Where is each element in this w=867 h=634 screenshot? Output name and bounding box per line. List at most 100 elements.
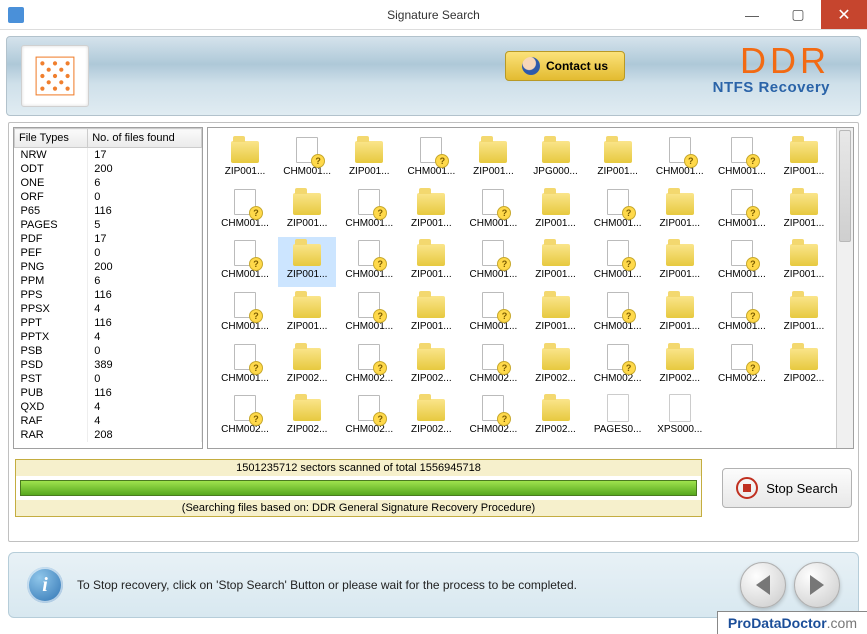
file-item[interactable]: ZIP002... [775,341,833,391]
table-row[interactable]: RAF4 [15,414,202,428]
file-item[interactable]: ?CHM001... [589,289,647,339]
file-item[interactable]: ZIP001... [216,134,274,184]
stop-label: Stop Search [766,481,838,496]
file-item[interactable]: ZIP001... [278,186,336,236]
file-item[interactable]: ?CHM001... [340,289,398,339]
file-item[interactable]: ZIP001... [775,289,833,339]
footer-nav [740,562,840,608]
file-item[interactable]: ?CHM002... [340,392,398,442]
col-file-types[interactable]: File Types [15,129,88,148]
file-item[interactable]: ?CHM001... [713,289,771,339]
maximize-button[interactable]: ▢ [775,0,821,29]
minimize-button[interactable]: — [729,0,775,29]
table-row[interactable]: PDF17 [15,232,202,246]
file-item[interactable]: ?CHM002... [713,341,771,391]
window-controls: — ▢ ✕ [729,0,867,29]
file-item[interactable]: ?CHM001... [340,237,398,287]
file-item[interactable]: ZIP001... [651,237,709,287]
table-row[interactable]: ORF0 [15,190,202,204]
table-row[interactable]: PEF0 [15,246,202,260]
file-item[interactable]: XPS000... [651,392,709,442]
file-item[interactable]: ?CHM001... [589,186,647,236]
file-item[interactable]: ZIP001... [402,237,460,287]
file-item[interactable]: ZIP001... [526,289,584,339]
file-item[interactable]: ?CHM001... [216,341,274,391]
next-button[interactable] [794,562,840,608]
site-main: ProDataDoctor [728,615,827,631]
file-item[interactable]: ?CHM001... [278,134,336,184]
table-row[interactable]: PPTX4 [15,330,202,344]
progress-text-sectors: 1501235712 sectors scanned of total 1556… [16,460,701,476]
file-item[interactable]: ZIP002... [526,392,584,442]
file-item[interactable]: ?CHM001... [340,186,398,236]
file-item[interactable]: ?CHM001... [713,134,771,184]
table-row[interactable]: RAR208 [15,428,202,442]
file-item[interactable]: JPG000... [526,134,584,184]
file-item[interactable]: ZIP002... [278,341,336,391]
file-item[interactable]: ZIP002... [651,341,709,391]
file-item[interactable]: ZIP001... [526,186,584,236]
table-row[interactable]: PPS116 [15,288,202,302]
file-item[interactable]: ZIP001... [340,134,398,184]
file-item[interactable]: ?CHM002... [464,341,522,391]
table-row[interactable]: PNG200 [15,260,202,274]
file-item[interactable]: ZIP001... [775,237,833,287]
file-item[interactable]: ?CHM001... [216,186,274,236]
file-types-table[interactable]: File Types No. of files found NRW17ODT20… [13,127,203,449]
file-item[interactable]: ZIP001... [651,289,709,339]
file-item[interactable]: ZIP001... [651,186,709,236]
stop-search-button[interactable]: Stop Search [722,468,852,508]
table-row[interactable]: PAGES5 [15,218,202,232]
file-item[interactable]: ?CHM002... [340,341,398,391]
file-item[interactable]: ?CHM002... [216,392,274,442]
file-item[interactable]: ZIP002... [402,392,460,442]
prev-button[interactable] [740,562,786,608]
footer-bar: i To Stop recovery, click on 'Stop Searc… [8,552,859,618]
titlebar: Signature Search — ▢ ✕ [0,0,867,30]
table-row[interactable]: NRW17 [15,148,202,163]
table-row[interactable]: PSB0 [15,344,202,358]
file-item[interactable]: ?CHM001... [713,186,771,236]
file-item[interactable]: ZIP001... [775,134,833,184]
table-row[interactable]: P65116 [15,204,202,218]
file-item[interactable]: ?CHM001... [216,289,274,339]
file-item[interactable]: ?CHM002... [589,341,647,391]
table-row[interactable]: ONE6 [15,176,202,190]
file-item[interactable]: ZIP002... [278,392,336,442]
file-item[interactable]: ?CHM001... [402,134,460,184]
file-item[interactable]: ZIP001... [464,134,522,184]
file-grid[interactable]: ZIP001...?CHM001...ZIP001...?CHM001...ZI… [207,127,854,449]
grid-scrollbar[interactable] [836,128,853,448]
file-item[interactable]: ZIP001... [589,134,647,184]
table-row[interactable]: PPM6 [15,274,202,288]
table-row[interactable]: ODT200 [15,162,202,176]
file-item[interactable]: ZIP002... [402,341,460,391]
file-item[interactable]: ?CHM001... [464,289,522,339]
contact-us-button[interactable]: Contact us [505,51,625,81]
contact-label: Contact us [546,59,608,73]
file-item[interactable]: ?CHM001... [713,237,771,287]
file-item[interactable]: ZIP001... [775,186,833,236]
file-item[interactable]: ZIP001... [402,186,460,236]
file-item[interactable]: PAGES0... [589,392,647,442]
table-row[interactable]: PST0 [15,372,202,386]
file-item[interactable]: ZIP001... [402,289,460,339]
file-item[interactable]: ?CHM001... [589,237,647,287]
table-row[interactable]: PSD389 [15,358,202,372]
file-item[interactable]: ZIP001... [278,237,336,287]
close-button[interactable]: ✕ [821,0,867,29]
file-item[interactable]: ZIP002... [526,341,584,391]
table-row[interactable]: PUB116 [15,386,202,400]
table-row[interactable]: QXD4 [15,400,202,414]
file-item[interactable]: ZIP001... [278,289,336,339]
file-item[interactable]: ?CHM001... [216,237,274,287]
col-files-found[interactable]: No. of files found [88,129,202,148]
file-item[interactable]: ?CHM001... [651,134,709,184]
file-item[interactable]: ZIP001... [526,237,584,287]
file-item[interactable]: ?CHM001... [464,237,522,287]
file-item[interactable]: ?CHM002... [464,392,522,442]
file-item[interactable]: ?CHM001... [464,186,522,236]
top-row: File Types No. of files found NRW17ODT20… [13,127,854,449]
table-row[interactable]: PPT116 [15,316,202,330]
table-row[interactable]: PPSX4 [15,302,202,316]
